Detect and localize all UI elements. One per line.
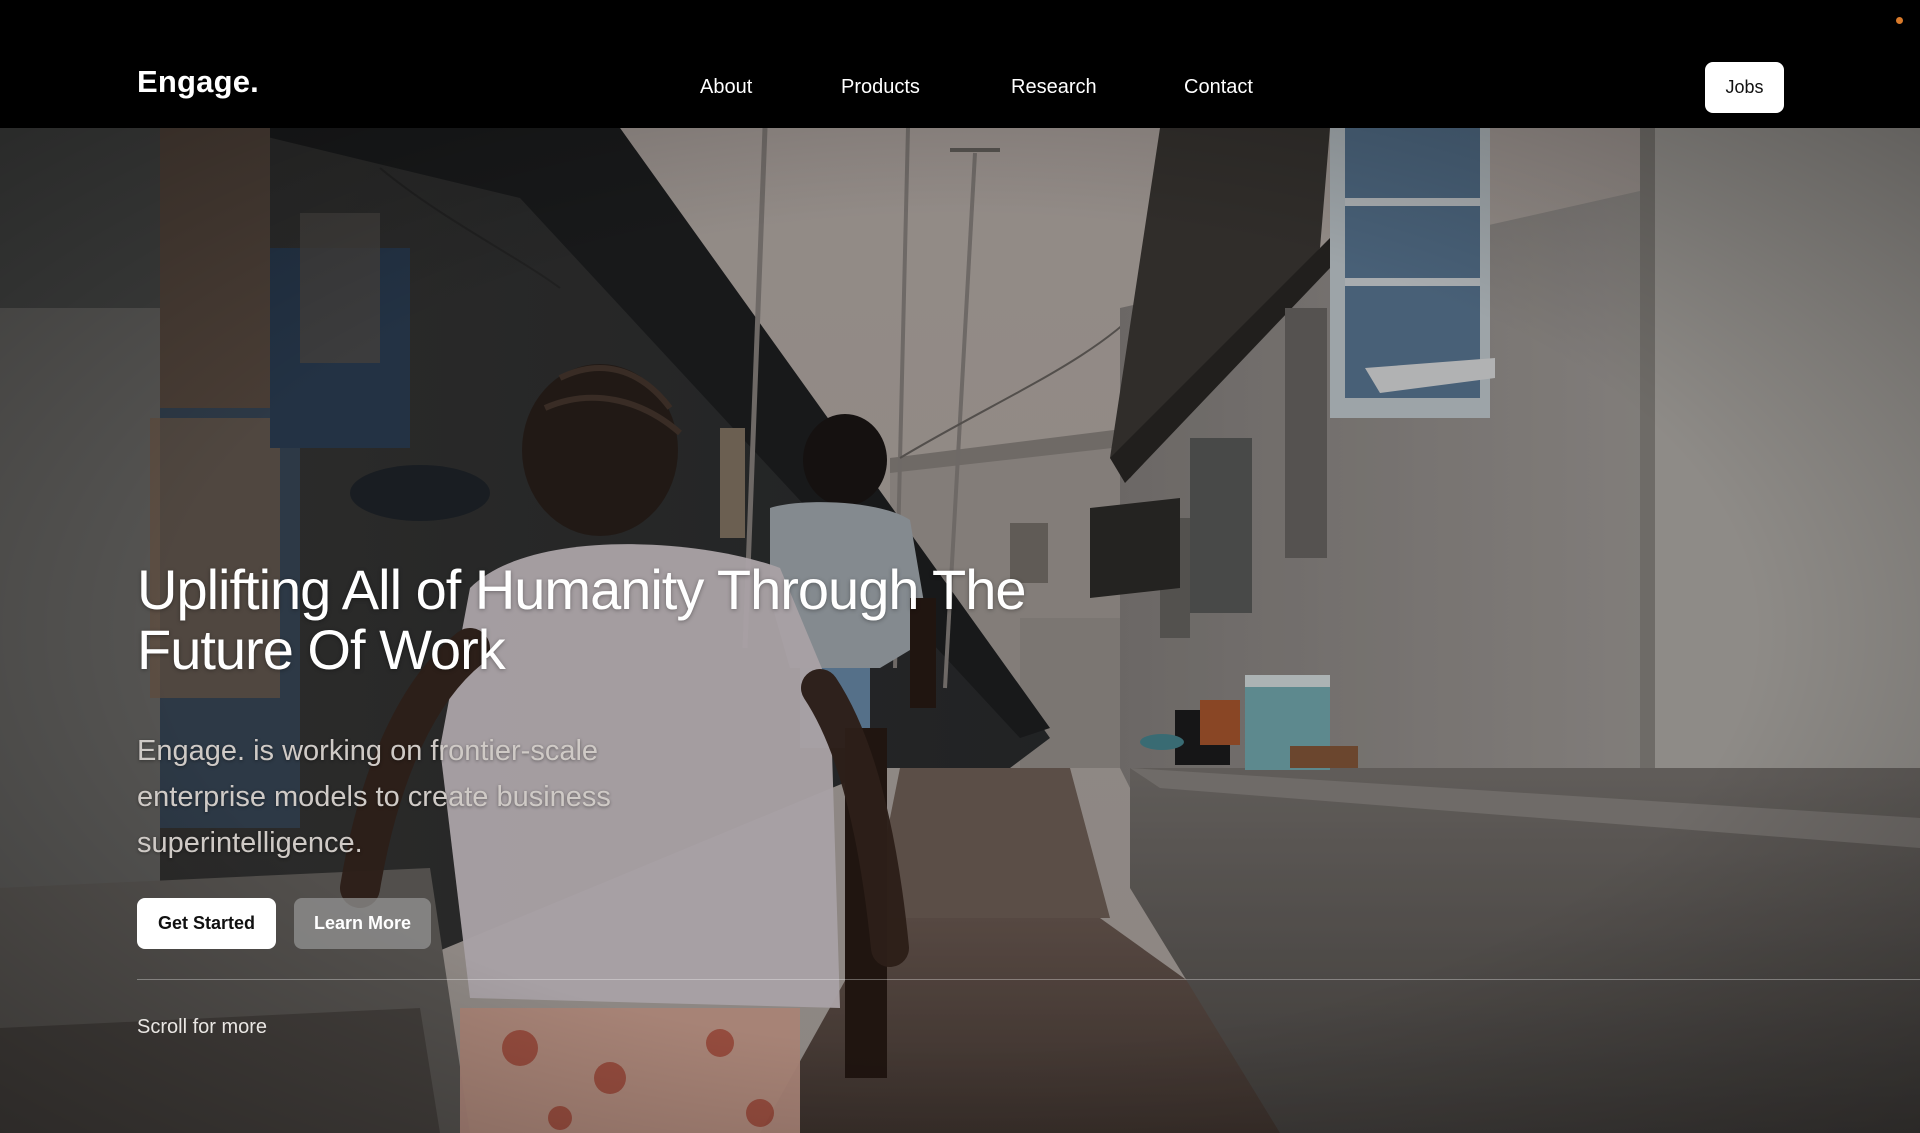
page: Engage. About Products Research Contact … bbox=[0, 0, 1920, 1133]
nav-link-contact[interactable]: Contact bbox=[1184, 75, 1253, 99]
scroll-hint[interactable]: Scroll for more bbox=[137, 1016, 267, 1039]
learn-more-button[interactable]: Learn More bbox=[294, 898, 431, 949]
hero-divider bbox=[137, 979, 1920, 980]
nav-link-about[interactable]: About bbox=[700, 75, 752, 99]
nav-link-products[interactable]: Products bbox=[841, 75, 920, 99]
top-navigation: Engage. About Products Research Contact … bbox=[0, 0, 1920, 128]
nav-link-research[interactable]: Research bbox=[1011, 75, 1097, 99]
main-nav: About Products Research Contact bbox=[0, 75, 1920, 99]
status-dot bbox=[1896, 17, 1903, 24]
get-started-button[interactable]: Get Started bbox=[137, 898, 276, 949]
hero-subtext: Engage. is working on frontier-scale ent… bbox=[137, 735, 611, 859]
hero-headline: Uplifting All of Humanity Through The Fu… bbox=[137, 558, 1027, 681]
hero-section: Uplifting All of Humanity Through The Fu… bbox=[0, 128, 1920, 1133]
jobs-button[interactable]: Jobs bbox=[1705, 62, 1784, 113]
